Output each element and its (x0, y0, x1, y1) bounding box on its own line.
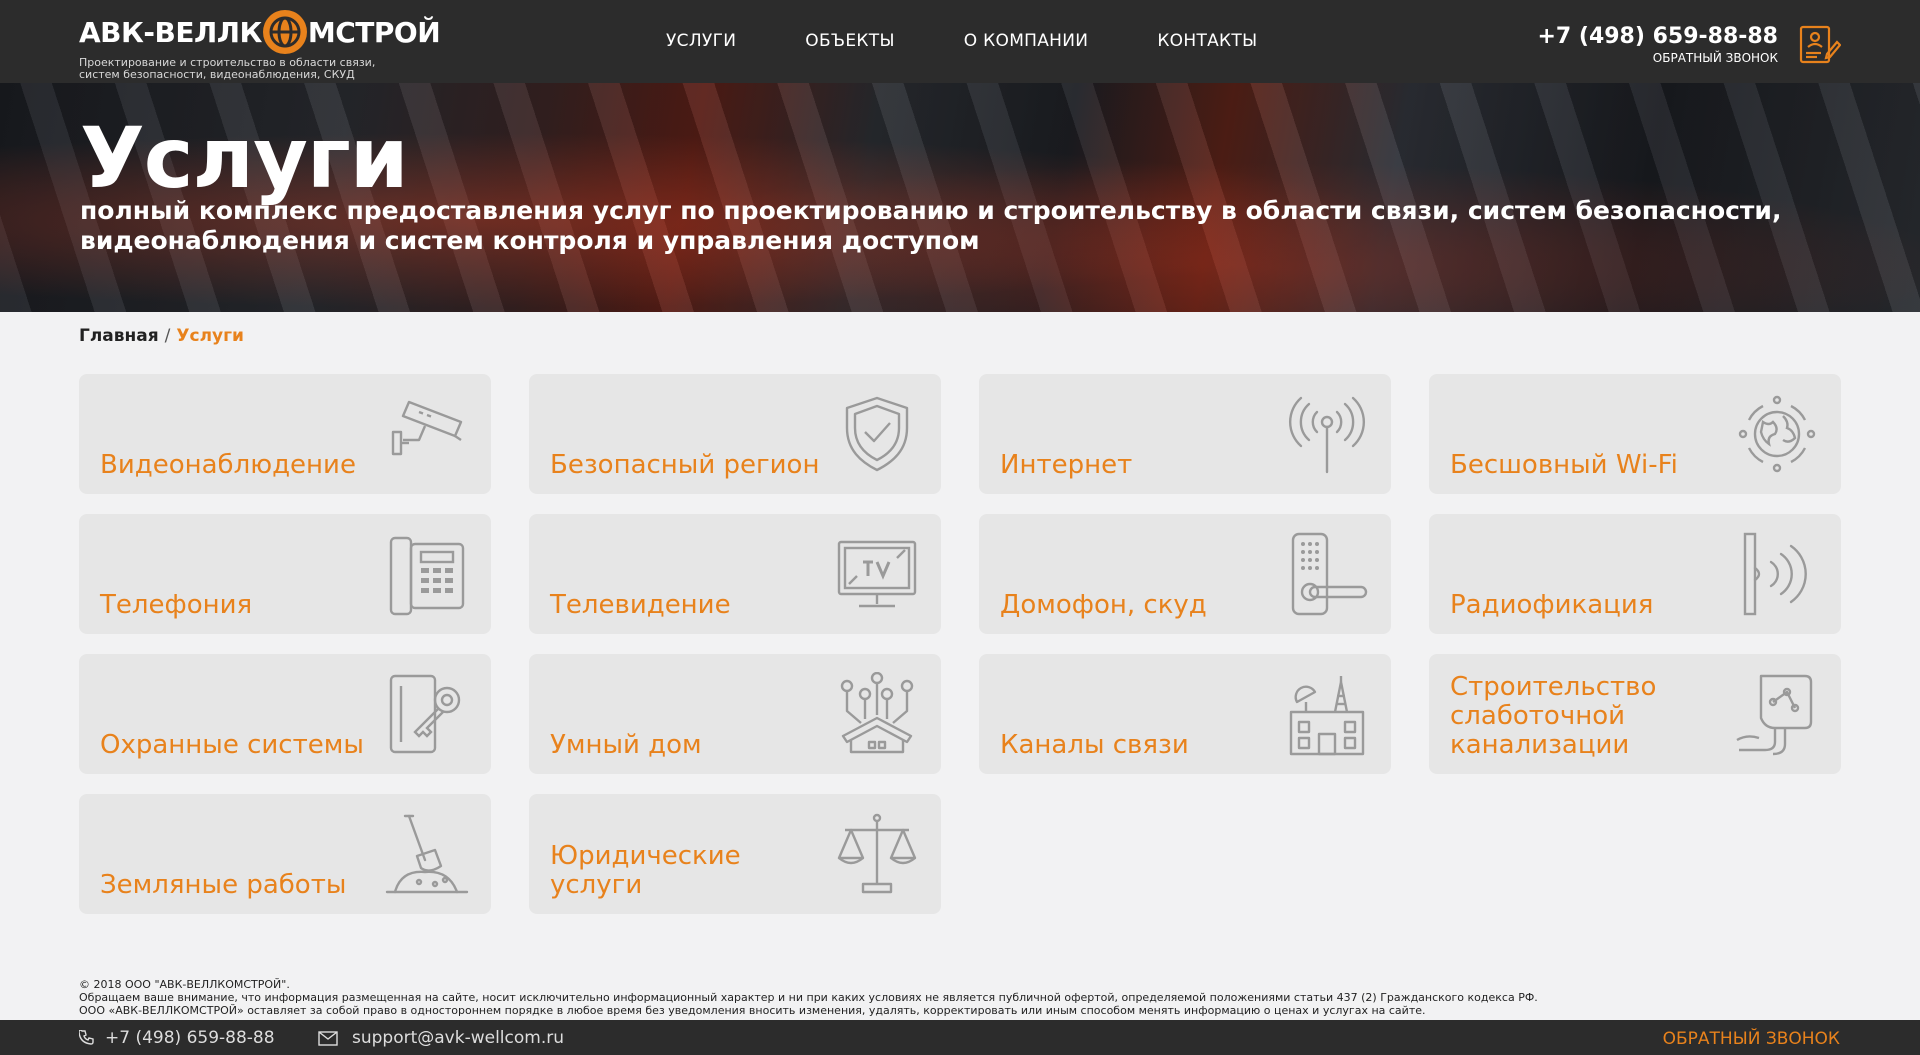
service-card-smart-home[interactable]: Умный дом (529, 654, 941, 774)
service-card-video[interactable]: Видеонаблюдение (79, 374, 491, 494)
service-card-label: Земляные работы (100, 870, 347, 900)
logo-tagline: Проектирование и строительство в области… (79, 56, 376, 81)
service-card-label: Бесшовный Wi-Fi (1450, 450, 1678, 480)
footer-notice-1: Обращаем ваше внимание, что информация р… (79, 991, 1538, 1004)
shield-check-icon (835, 392, 919, 476)
page-title: Услуги (80, 109, 409, 207)
radio-waves-icon (1735, 532, 1819, 616)
service-card-label: Радиофикация (1450, 590, 1654, 620)
breadcrumb-separator: / (164, 326, 171, 346)
service-card-radio[interactable]: Радиофикация (1429, 514, 1841, 634)
logo-text-left: АВК-ВЕЛЛК (79, 15, 262, 49)
logo[interactable]: АВК-ВЕЛЛК МСТРОЙ Проектирование и строит… (79, 10, 441, 81)
door-lock-keypad-icon (1285, 532, 1369, 616)
phone-icon (79, 1030, 94, 1045)
footer-notice-2: ООО «АВК-ВЕЛЛКОМСТРОЙ» оставляет за собо… (79, 1004, 1426, 1017)
service-card-earthworks[interactable]: Земляные работы (79, 794, 491, 914)
breadcrumb-home[interactable]: Главная (79, 326, 159, 346)
service-card-channels[interactable]: Каналы связи (979, 654, 1391, 774)
service-card-cable-duct[interactable]: Строительство слаботочной канализации (1429, 654, 1841, 774)
service-card-label: Интернет (1000, 450, 1133, 480)
header-callback-link[interactable]: ОБРАТНЫЙ ЗВОНОК (1537, 51, 1778, 65)
logo-text-right: МСТРОЙ (307, 15, 441, 49)
service-card-legal[interactable]: Юридические услуги (529, 794, 941, 914)
smart-home-icon (835, 671, 919, 756)
service-card-wifi[interactable]: Бесшовный Wi-Fi (1429, 374, 1841, 494)
bottom-callback-link[interactable]: ОБРАТНЫЙ ЗВОНОК (1663, 1029, 1840, 1049)
service-card-label: Строительство слаботочной канализации (1450, 672, 1657, 760)
callback-form-icon[interactable] (1797, 22, 1842, 66)
logo-globe-icon (262, 10, 307, 54)
service-card-security-systems[interactable]: Охранные системы (79, 654, 491, 774)
bottom-phone[interactable]: +7 (498) 659-88-88 (79, 1028, 275, 1048)
logo-wordmark: АВК-ВЕЛЛК МСТРОЙ (79, 10, 441, 54)
service-card-intercom[interactable]: Домофон, скуд (979, 514, 1391, 634)
nav-item-services[interactable]: УСЛУГИ (666, 31, 736, 51)
shovel-icon (385, 812, 469, 896)
nav-item-about[interactable]: О КОМПАНИИ (964, 31, 1089, 51)
cable-duct-icon (1735, 672, 1819, 756)
main-nav: УСЛУГИ ОБЪЕКТЫ О КОМПАНИИ КОНТАКТЫ (666, 31, 1257, 51)
service-card-label: Телевидение (550, 590, 731, 620)
service-card-label: Умный дом (550, 730, 702, 760)
service-card-label: Видеонаблюдение (100, 450, 356, 480)
service-card-label: Юридические услуги (550, 841, 741, 900)
footer-legal: © 2018 ООО "АВК-ВЕЛЛКОМСТРОЙ". Обращаем … (79, 978, 1839, 1017)
service-card-label: Телефония (100, 590, 253, 620)
scales-icon (835, 812, 919, 896)
service-card-label: Безопасный регион (550, 450, 820, 480)
service-card-telephony[interactable]: Телефония (79, 514, 491, 634)
service-card-label: Домофон, скуд (1000, 590, 1207, 620)
comm-tower-icon (1285, 672, 1369, 756)
nav-item-contacts[interactable]: КОНТАКТЫ (1157, 31, 1257, 51)
service-card-label: Каналы связи (1000, 730, 1189, 760)
service-card-safe-region[interactable]: Безопасный регион (529, 374, 941, 494)
desk-phone-icon (385, 532, 469, 616)
service-card-internet[interactable]: Интернет (979, 374, 1391, 494)
bottom-email-text: support@avk-wellcom.ru (352, 1028, 565, 1048)
footer-copyright: © 2018 ООО "АВК-ВЕЛЛКОМСТРОЙ". (79, 978, 290, 991)
hero-banner: Услуги полный комплекс предоставления ус… (0, 83, 1920, 312)
bottom-phone-text: +7 (498) 659-88-88 (105, 1028, 275, 1048)
bottom-email[interactable]: support@avk-wellcom.ru (318, 1028, 564, 1048)
site-header: АВК-ВЕЛЛК МСТРОЙ Проектирование и строит… (0, 0, 1920, 83)
header-contact: +7 (498) 659-88-88 ОБРАТНЫЙ ЗВОНОК (1537, 24, 1778, 65)
page-subtitle: полный комплекс предоставления услуг по … (80, 196, 1782, 255)
breadcrumb-current: Услуги (176, 326, 244, 346)
bottom-contact-bar: +7 (498) 659-88-88 support@avk-wellcom.r… (0, 1020, 1920, 1055)
mail-icon (318, 1030, 338, 1046)
globe-network-icon (1735, 392, 1819, 476)
header-phone[interactable]: +7 (498) 659-88-88 (1537, 24, 1778, 49)
cctv-camera-icon (385, 392, 469, 476)
key-lock-icon (385, 672, 469, 756)
tv-icon (835, 532, 919, 616)
services-grid: Видеонаблюдение Безопасный регион Интерн… (79, 374, 1841, 914)
nav-item-objects[interactable]: ОБЪЕКТЫ (805, 31, 895, 51)
breadcrumb: Главная / Услуги (79, 326, 244, 346)
service-card-television[interactable]: Телевидение (529, 514, 941, 634)
antenna-icon (1285, 392, 1369, 476)
service-card-label: Охранные системы (100, 730, 364, 760)
